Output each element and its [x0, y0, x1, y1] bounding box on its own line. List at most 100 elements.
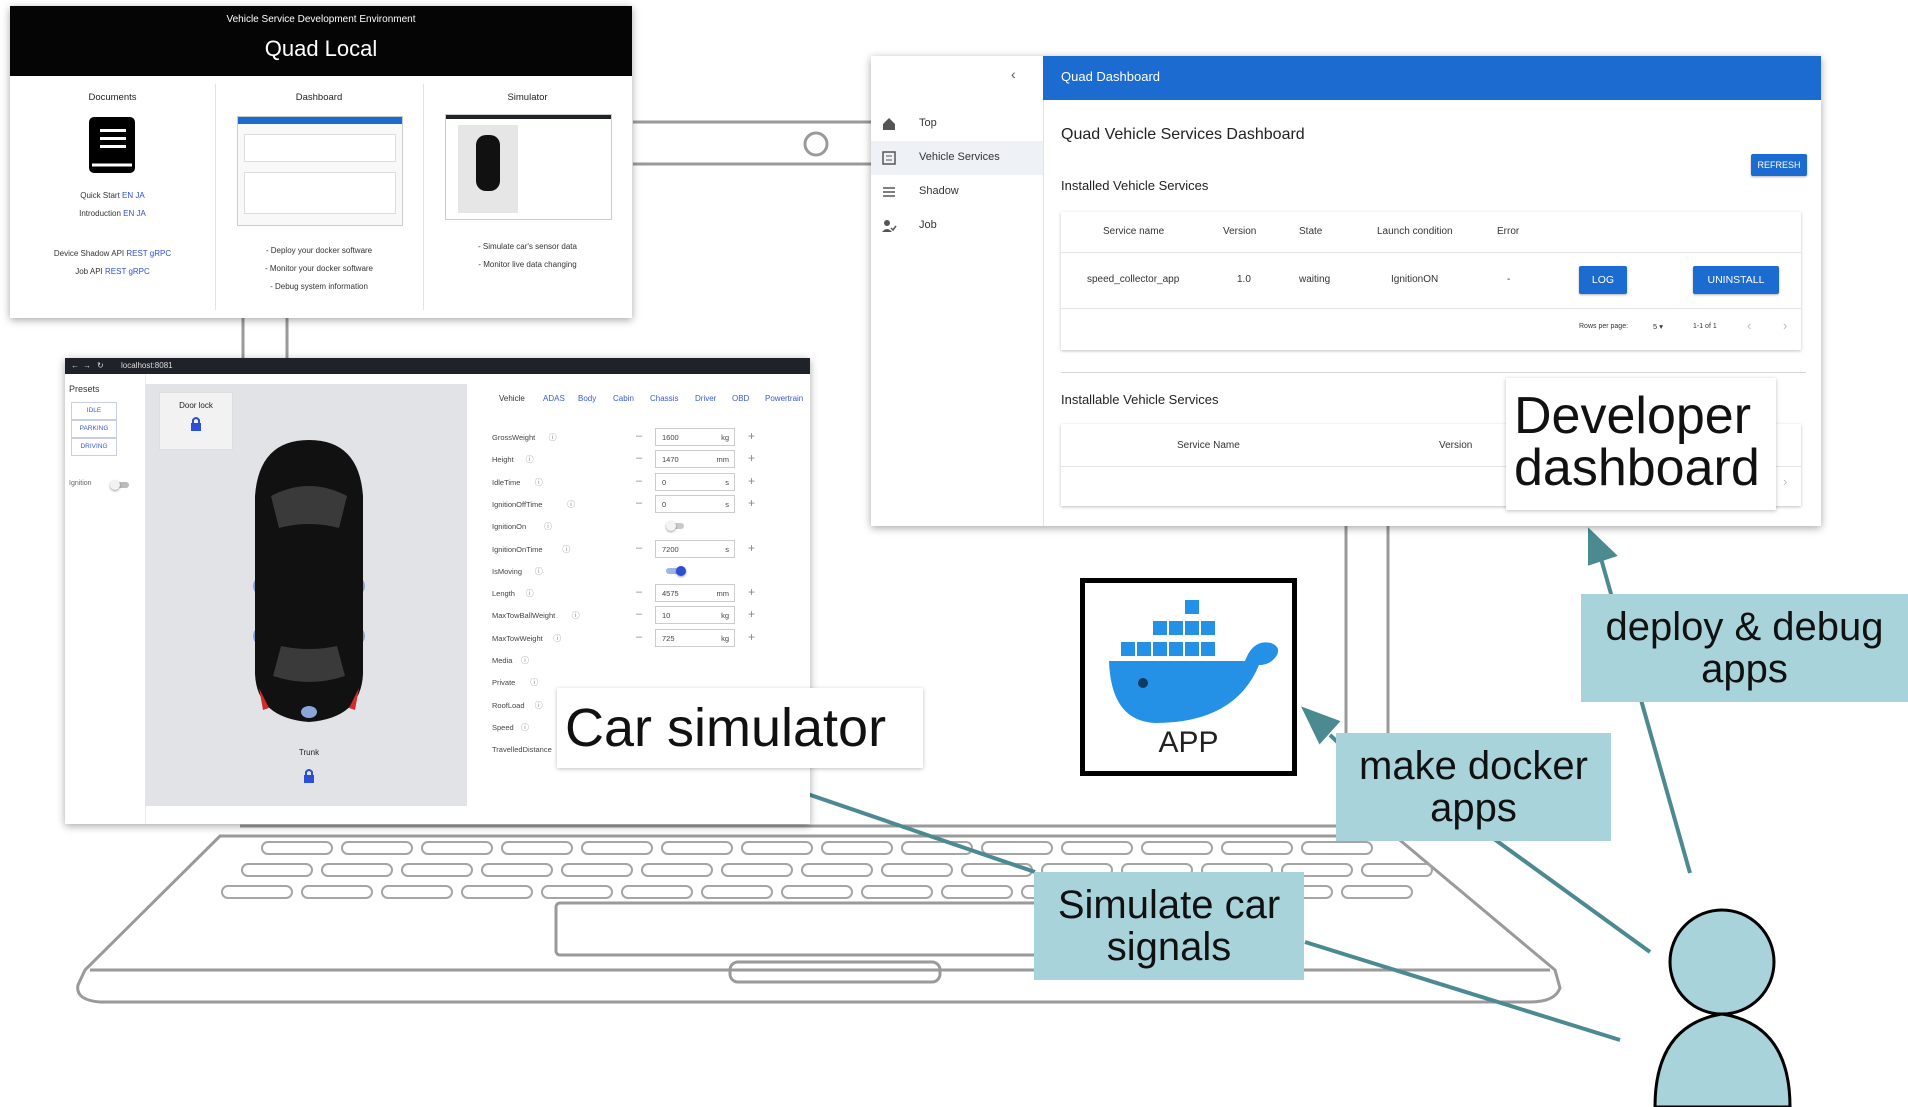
job-grpc-link[interactable]: gRPC: [128, 267, 149, 276]
tab-adas[interactable]: ADAS: [543, 394, 565, 403]
service-name-cell: speed_collector_app: [1087, 274, 1180, 285]
help-icon[interactable]: ⓘ: [530, 677, 538, 688]
decrement-icon[interactable]: –: [636, 430, 642, 442]
increment-icon[interactable]: +: [748, 585, 755, 599]
next-page-icon[interactable]: ›: [1783, 318, 1787, 333]
increment-icon[interactable]: +: [748, 607, 755, 621]
keyboard-key: [481, 863, 553, 877]
help-icon[interactable]: ⓘ: [567, 499, 575, 510]
nav-label: Job: [919, 219, 937, 231]
job-rest-link[interactable]: REST: [105, 267, 126, 276]
simulate-signals-label: Simulate car signals: [1034, 872, 1304, 980]
param-input[interactable]: 10 kg: [655, 606, 735, 625]
rows-per-page-select[interactable]: 5 ▾: [1653, 322, 1663, 331]
keyboard-key: [221, 885, 293, 899]
simulator-thumbnail[interactable]: [445, 114, 612, 220]
param-name: IdleTime: [492, 477, 521, 487]
param-unit: s: [725, 499, 729, 509]
param-toggle[interactable]: [666, 565, 686, 576]
tab-driver[interactable]: Driver: [695, 394, 716, 403]
preset-driving-button[interactable]: DRIVING: [71, 438, 117, 456]
uninstall-button[interactable]: UNINSTALL: [1693, 266, 1779, 294]
version-cell: 1.0: [1237, 274, 1251, 285]
param-input[interactable]: 0s: [655, 472, 735, 491]
refresh-button[interactable]: REFRESH: [1751, 154, 1807, 176]
preset-idle-button[interactable]: IDLE: [71, 402, 117, 420]
param-toggle[interactable]: [666, 521, 684, 532]
increment-icon[interactable]: +: [748, 474, 755, 488]
param-value: 0: [662, 477, 667, 487]
deploy-debug-label: deploy & debug apps: [1581, 594, 1908, 702]
back-icon[interactable]: ←: [71, 361, 79, 370]
introduction-ja-link[interactable]: JA: [137, 209, 146, 218]
help-icon[interactable]: ⓘ: [535, 566, 543, 577]
help-icon[interactable]: ⓘ: [549, 432, 557, 443]
documents-column: Documents Quick Start EN JA Introduction…: [10, 76, 215, 318]
tab-chassis[interactable]: Chassis: [650, 394, 678, 403]
keyboard-key: [421, 841, 493, 855]
param-input[interactable]: 7200 s: [655, 539, 735, 558]
help-icon[interactable]: ⓘ: [521, 655, 529, 666]
log-button[interactable]: LOG: [1579, 266, 1627, 294]
param-unit: kg: [721, 611, 729, 621]
help-icon[interactable]: ⓘ: [535, 477, 543, 488]
increment-icon[interactable]: +: [748, 451, 755, 465]
door-lock-label: Door lock: [179, 401, 213, 410]
increment-icon[interactable]: +: [748, 429, 755, 443]
decrement-icon[interactable]: –: [636, 475, 642, 487]
introduction-en-link[interactable]: EN: [123, 209, 134, 218]
next-page-icon[interactable]: ›: [1783, 474, 1787, 489]
ignition-toggle[interactable]: [110, 480, 129, 490]
param-input[interactable]: 0s: [655, 494, 735, 513]
previous-page-icon[interactable]: ‹: [1747, 318, 1751, 333]
lock-icon[interactable]: [302, 768, 316, 784]
help-icon[interactable]: ⓘ: [572, 610, 580, 621]
nav-item-top[interactable]: Top: [871, 107, 1043, 141]
preset-parking-button[interactable]: PARKING: [71, 420, 117, 438]
tab-cabin[interactable]: Cabin: [613, 394, 634, 403]
shadow-rest-link[interactable]: REST: [126, 249, 147, 258]
keyboard-key: [541, 885, 613, 899]
tab-obd[interactable]: OBD: [732, 394, 749, 403]
param-row: Height ⓘ – 1470 mm +: [492, 450, 802, 472]
param-input[interactable]: 725 kg: [655, 628, 735, 647]
param-input[interactable]: 1470 mm: [655, 450, 735, 469]
rows-per-page-label: Rows per page:: [1579, 323, 1629, 330]
quick-start-ja-link[interactable]: JA: [135, 191, 144, 200]
tab-body[interactable]: Body: [578, 394, 596, 403]
column-header: Version: [1223, 226, 1257, 237]
increment-icon[interactable]: +: [748, 541, 755, 555]
decrement-icon[interactable]: –: [636, 452, 642, 464]
help-icon[interactable]: ⓘ: [526, 588, 534, 599]
decrement-icon[interactable]: –: [636, 497, 642, 509]
url-field[interactable]: localhost:8081: [121, 361, 173, 370]
dashboard-thumbnail[interactable]: [237, 116, 403, 226]
param-unit: mm: [716, 455, 730, 465]
quick-start-en-link[interactable]: EN: [122, 191, 133, 200]
tab-powertrain[interactable]: Powertrain: [765, 394, 803, 403]
forward-icon[interactable]: →: [83, 361, 91, 370]
decrement-icon[interactable]: –: [636, 586, 642, 598]
nav-item-job[interactable]: Job: [871, 209, 1043, 243]
tab-vehicle[interactable]: Vehicle: [499, 394, 525, 403]
nav-item-vehicle-services[interactable]: Vehicle Services: [871, 141, 1043, 175]
reload-icon[interactable]: ↻: [97, 361, 104, 370]
nav-item-shadow[interactable]: Shadow: [871, 175, 1043, 209]
increment-icon[interactable]: +: [748, 496, 755, 510]
help-icon[interactable]: ⓘ: [521, 722, 529, 733]
help-icon[interactable]: ⓘ: [553, 633, 561, 644]
decrement-icon[interactable]: –: [636, 542, 642, 554]
collapse-chevron-icon[interactable]: ‹: [1011, 66, 1016, 82]
shadow-grpc-link[interactable]: gRPC: [150, 249, 171, 258]
help-icon[interactable]: ⓘ: [535, 700, 543, 711]
door-lock-panel[interactable]: Door lock: [159, 392, 233, 450]
help-icon[interactable]: ⓘ: [544, 521, 552, 532]
keyboard-key: [321, 863, 393, 877]
decrement-icon[interactable]: –: [636, 608, 642, 620]
decrement-icon[interactable]: –: [636, 631, 642, 643]
help-icon[interactable]: ⓘ: [562, 544, 570, 555]
help-icon[interactable]: ⓘ: [526, 454, 534, 465]
param-input[interactable]: 1600 kg: [655, 428, 735, 446]
increment-icon[interactable]: +: [748, 630, 755, 644]
param-input[interactable]: 4575 mm: [655, 584, 735, 603]
